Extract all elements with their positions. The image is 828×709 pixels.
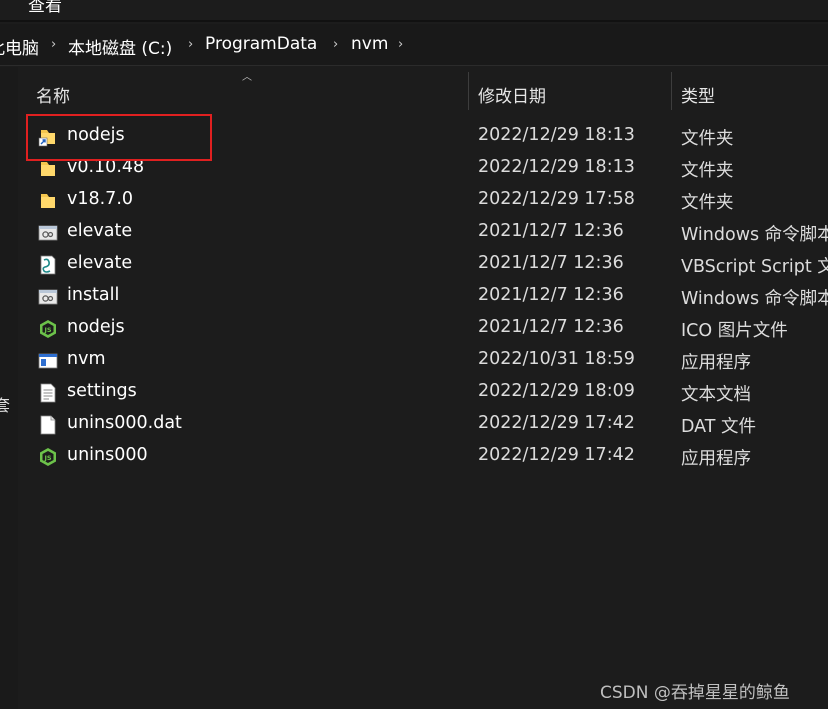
file-row[interactable]: elevate 2021/12/7 12:36 Windows 命令脚本 xyxy=(18,217,828,249)
column-type[interactable]: 类型 xyxy=(681,82,715,107)
column-divider[interactable] xyxy=(671,72,672,110)
breadcrumb[interactable]: 此电脑 › 本地磁盘 (C:) › ProgramData › nvm › xyxy=(0,24,828,66)
file-date-modified: 2022/12/29 18:13 xyxy=(478,125,635,145)
folder-icon xyxy=(38,191,58,211)
blank-file-icon xyxy=(38,415,58,435)
svg-text:JS: JS xyxy=(43,454,51,462)
sort-ascending-icon: ︿ xyxy=(242,72,252,83)
file-type: Windows 命令脚本 xyxy=(681,225,828,245)
chevron-right-icon[interactable]: › xyxy=(188,37,193,52)
annotation-highlight-box xyxy=(26,114,212,161)
file-name[interactable]: elevate xyxy=(67,253,132,273)
view-menu[interactable]: 查看 xyxy=(28,0,62,16)
column-header: ︿ 名称 修改日期 类型 xyxy=(18,70,828,114)
file-row[interactable]: nvm 2022/10/31 18:59 应用程序 xyxy=(18,345,828,377)
file-row[interactable]: install 2021/12/7 12:36 Windows 命令脚本 xyxy=(18,281,828,313)
vbscript-icon xyxy=(38,255,58,275)
chevron-right-icon[interactable]: › xyxy=(51,37,56,52)
file-type: ICO 图片文件 xyxy=(681,321,788,341)
text-document-icon xyxy=(38,383,58,403)
file-date-modified: 2021/12/7 12:36 xyxy=(478,317,624,337)
svg-text:JS: JS xyxy=(43,326,51,334)
nodejs-icon: JS xyxy=(38,319,58,339)
file-name[interactable]: nodejs xyxy=(67,317,125,337)
file-date-modified: 2022/10/31 18:59 xyxy=(478,349,635,369)
file-type: Windows 命令脚本 xyxy=(681,289,828,309)
breadcrumb-this-pc[interactable]: 此电脑 xyxy=(0,34,39,59)
app-window-icon xyxy=(38,351,58,371)
nav-item-label[interactable]: 套 xyxy=(0,392,10,416)
cmd-script-icon xyxy=(38,287,58,307)
file-type: 应用程序 xyxy=(681,353,751,373)
column-name[interactable]: 名称 xyxy=(36,82,70,107)
folder-icon xyxy=(38,159,58,179)
file-name[interactable]: unins000 xyxy=(67,445,148,465)
file-name[interactable]: v18.7.0 xyxy=(67,189,133,209)
file-row[interactable]: v18.7.0 2022/12/29 17:58 文件夹 xyxy=(18,185,828,217)
file-row[interactable]: JS nodejs 2021/12/7 12:36 ICO 图片文件 xyxy=(18,313,828,345)
file-explorer-window: 查看 此电脑 › 本地磁盘 (C:) › ProgramData › nvm ›… xyxy=(0,0,828,709)
nodejs-icon: JS xyxy=(38,447,58,467)
column-date-modified[interactable]: 修改日期 xyxy=(478,82,546,107)
file-type: 文件夹 xyxy=(681,193,734,213)
file-row[interactable]: unins000.dat 2022/12/29 17:42 DAT 文件 xyxy=(18,409,828,441)
chevron-right-icon[interactable]: › xyxy=(398,37,403,52)
navigation-pane[interactable]: 套 xyxy=(0,67,18,709)
file-name[interactable]: settings xyxy=(67,381,137,401)
file-name[interactable]: unins000.dat xyxy=(67,413,182,433)
cmd-script-icon xyxy=(38,223,58,243)
file-row[interactable]: JS unins000 2022/12/29 17:42 应用程序 xyxy=(18,441,828,473)
file-date-modified: 2022/12/29 17:42 xyxy=(478,413,635,433)
file-type: 文件夹 xyxy=(681,129,734,149)
file-type: 应用程序 xyxy=(681,449,751,469)
breadcrumb-local-disk[interactable]: 本地磁盘 (C:) xyxy=(68,34,172,59)
file-date-modified: 2021/12/7 12:36 xyxy=(478,285,624,305)
file-name[interactable]: elevate xyxy=(67,221,132,241)
file-date-modified: 2021/12/7 12:36 xyxy=(478,253,624,273)
file-name[interactable]: install xyxy=(67,285,119,305)
file-type: 文本文档 xyxy=(681,385,751,405)
file-name[interactable]: nvm xyxy=(67,349,106,369)
file-type: VBScript Script 文 xyxy=(681,257,828,277)
menu-bar: 查看 xyxy=(0,0,828,20)
menu-divider xyxy=(0,20,828,22)
file-date-modified: 2022/12/29 17:58 xyxy=(478,189,635,209)
file-type: 文件夹 xyxy=(681,161,734,181)
file-row[interactable]: elevate 2021/12/7 12:36 VBScript Script 文 xyxy=(18,249,828,281)
file-date-modified: 2022/12/29 18:09 xyxy=(478,381,635,401)
column-divider[interactable] xyxy=(468,72,469,110)
file-date-modified: 2022/12/29 18:13 xyxy=(478,157,635,177)
file-row[interactable]: settings 2022/12/29 18:09 文本文档 xyxy=(18,377,828,409)
breadcrumb-programdata[interactable]: ProgramData xyxy=(205,34,317,54)
file-date-modified: 2021/12/7 12:36 xyxy=(478,221,624,241)
chevron-right-icon[interactable]: › xyxy=(333,37,338,52)
breadcrumb-nvm[interactable]: nvm xyxy=(351,34,388,54)
file-type: DAT 文件 xyxy=(681,417,757,437)
watermark: CSDN @吞掉星星的鲸鱼 xyxy=(600,683,790,703)
file-date-modified: 2022/12/29 17:42 xyxy=(478,445,635,465)
